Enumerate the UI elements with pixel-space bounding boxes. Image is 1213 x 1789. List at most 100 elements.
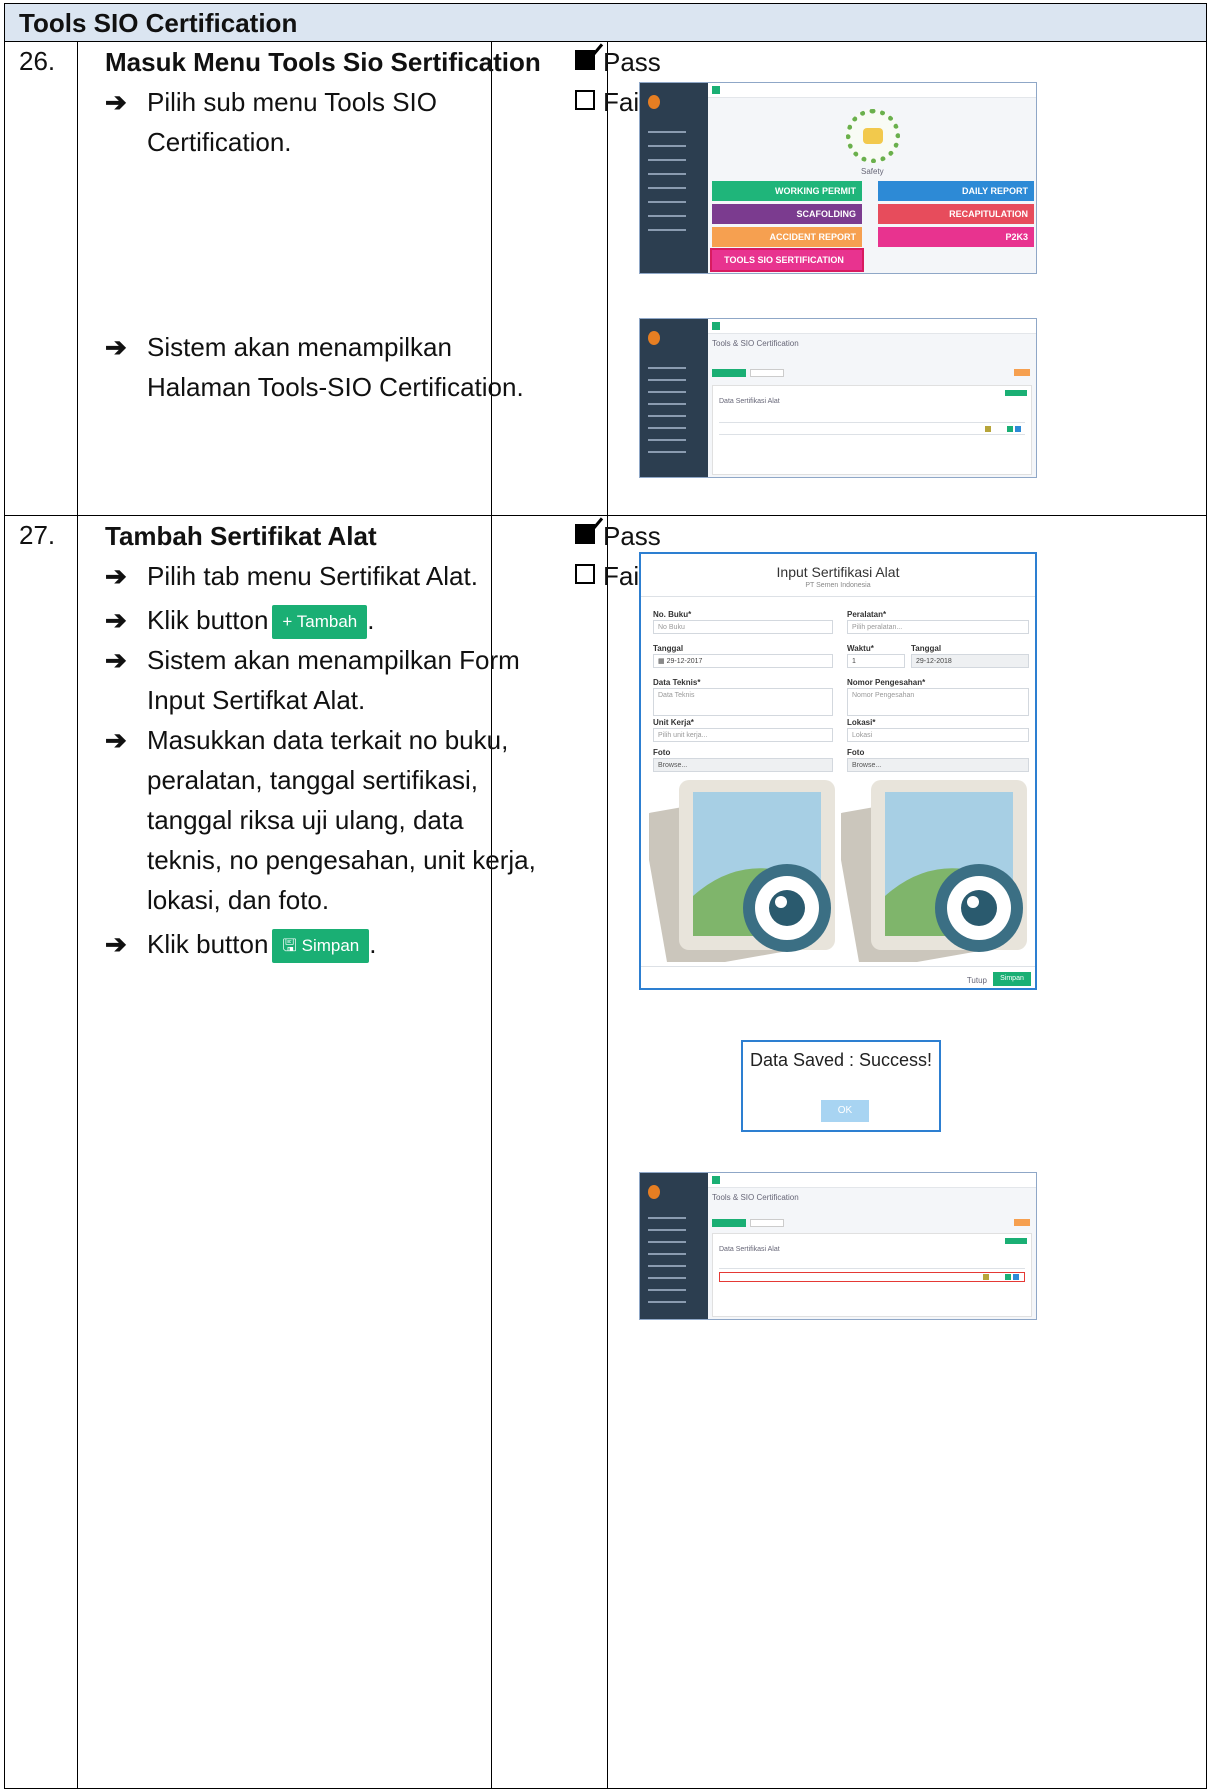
sidebar	[640, 319, 708, 477]
step-item: ➔ Sistem akan menampilkan Halaman Tools-S…	[105, 327, 545, 407]
tab-sertifikat-alat[interactable]	[712, 369, 746, 377]
tutup-button[interactable]: Tutup	[967, 976, 987, 985]
image-placeholder-icon	[841, 780, 1027, 962]
test-case-table: Tools SIO Certification 26. Masuk Menu T…	[4, 3, 1207, 1789]
data-teknis-textarea[interactable]: Data Teknis	[653, 688, 833, 716]
table-title: Data Sertifikasi Alat	[719, 398, 780, 405]
scafolding-tile[interactable]: SCAFOLDING	[712, 204, 862, 224]
orange-button[interactable]	[1014, 369, 1030, 376]
checkbox-empty-icon	[575, 564, 595, 584]
avatar	[648, 1185, 660, 1199]
tanggal-input[interactable]: ▦ 29-12-2017	[653, 654, 833, 668]
no-buku-label: No. Buku*	[653, 610, 692, 619]
simpan-button-image: 🖫 Simpan	[272, 929, 370, 964]
data-panel: Data Sertifikasi Alat	[712, 1233, 1032, 1317]
lokasi-input[interactable]: Lokasi	[847, 728, 1029, 742]
peralatan-label: Peralatan*	[847, 610, 887, 619]
arrow-right-icon: ➔	[105, 725, 127, 755]
menu-toggle-icon[interactable]	[712, 322, 720, 330]
foto-buku-label: Foto	[653, 748, 671, 757]
step-description: Masuk Menu Tools Sio Sertification ➔ Pili…	[105, 42, 545, 162]
screenshot-tools-page: Tools & SIO Certification Data Sertifika…	[639, 318, 1037, 478]
topbar	[708, 1173, 1036, 1188]
tanggal-label: Tanggal	[653, 644, 684, 653]
tab-sertifikat-sio[interactable]	[750, 1219, 784, 1227]
lokasi-label: Lokasi*	[847, 718, 876, 727]
row-number: 27.	[19, 520, 56, 550]
daily-report-tile[interactable]: DAILY REPORT	[878, 181, 1034, 201]
tambah-button[interactable]	[1005, 1238, 1027, 1244]
topbar	[708, 319, 1036, 334]
screenshot-input-form: Input Sertifikasi Alat PT Semen Indonesi…	[639, 552, 1037, 990]
nomor-pengesahan-label: Nomor Pengesahan*	[847, 678, 926, 687]
arrow-right-icon: ➔	[105, 561, 127, 591]
unit-kerja-select[interactable]: Pilih unit kerja...	[653, 728, 833, 742]
page-title: Tools & SIO Certification	[712, 339, 799, 348]
arrow-right-icon: ➔	[105, 332, 127, 362]
save-icon: 🖫	[282, 936, 297, 956]
nomor-pengesahan-textarea[interactable]: Nomor Pengesahan	[847, 688, 1029, 716]
no-buku-input[interactable]: No Buku	[653, 620, 833, 634]
screenshot-safety-menu: Safety WORKING PERMIT DAILY REPORT SCAFO…	[639, 82, 1037, 274]
menu-toggle-icon[interactable]	[712, 1176, 720, 1184]
waktu-label: Waktu*	[847, 644, 874, 653]
step-title: Tambah Sertifikat Alat	[105, 521, 377, 551]
image-placeholder-icon	[649, 780, 835, 962]
tambah-button-image: + Tambah	[272, 605, 368, 640]
checkbox-empty-icon	[575, 90, 595, 110]
browse-aktual-button[interactable]: Browse...	[847, 758, 1029, 772]
column-divider	[77, 42, 78, 1788]
topbar	[708, 83, 1036, 98]
sidebar	[640, 83, 708, 273]
step-title: Masuk Menu Tools Sio Sertification	[105, 47, 541, 77]
row-number: 26.	[19, 46, 56, 76]
working-permit-tile[interactable]: WORKING PERMIT	[712, 181, 862, 201]
step-item: ➔ Pilih sub menu Tools SIO Certification.	[105, 82, 545, 162]
peralatan-select[interactable]: Pilih peralatan...	[847, 620, 1029, 634]
arrow-right-icon: ➔	[105, 87, 127, 117]
orange-button[interactable]	[1014, 1219, 1030, 1226]
form-title: Input Sertifikasi Alat	[776, 564, 900, 580]
pass-option: Pass	[575, 42, 661, 82]
safety-logo	[846, 109, 900, 163]
safety-caption: Safety	[861, 167, 884, 176]
recapitulation-tile[interactable]: RECAPITULATION	[878, 204, 1034, 224]
section-header: Tools SIO Certification	[5, 4, 1206, 42]
screenshot-tools-page-result: Tools & SIO Certification Data Sertifika…	[639, 1172, 1037, 1320]
success-dialog: Data Saved : Success! OK	[741, 1040, 941, 1132]
pass-option: Pass	[575, 516, 661, 556]
avatar	[648, 95, 660, 109]
calendar-icon: ▦	[658, 658, 665, 665]
ok-button[interactable]: OK	[821, 1100, 869, 1122]
step-description: ➔ Sistem akan menampilkan Halaman Tools-S…	[105, 327, 545, 407]
dialog-message: Data Saved : Success!	[749, 1050, 933, 1070]
arrow-right-icon: ➔	[105, 645, 127, 675]
p2k3-tile[interactable]: P2K3	[878, 227, 1034, 247]
sidebar	[640, 1173, 708, 1319]
form-subtitle: PT Semen Indonesia	[805, 582, 871, 589]
checkbox-checked-icon	[575, 50, 595, 70]
tanggal2-label: Tanggal	[911, 644, 942, 653]
step-item: ➔ Pilih tab menu Sertifikat Alat.	[105, 556, 545, 596]
data-teknis-label: Data Teknis*	[653, 678, 701, 687]
step-item: ➔ Klik button + Tambah.	[105, 600, 545, 640]
tools-sio-tile[interactable]: TOOLS SIO SERTIFICATION	[710, 248, 864, 272]
step-item: ➔ Masukkan data terkait no buku, peralata…	[105, 720, 545, 920]
browse-buku-button[interactable]: Browse...	[653, 758, 833, 772]
column-divider	[607, 42, 608, 1788]
simpan-button[interactable]: Simpan	[993, 972, 1031, 986]
tab-sertifikat-sio[interactable]	[750, 369, 784, 377]
data-panel: Data Sertifikasi Alat	[712, 385, 1032, 475]
menu-toggle-icon[interactable]	[712, 86, 720, 94]
waktu-select[interactable]: 1	[847, 654, 905, 668]
tambah-button[interactable]	[1005, 390, 1027, 396]
tab-sertifikat-alat[interactable]	[712, 1219, 746, 1227]
foto-aktual-label: Foto	[847, 748, 865, 757]
page-title: Tools & SIO Certification	[712, 1193, 799, 1202]
avatar	[648, 331, 660, 345]
accident-report-tile[interactable]: ACCIDENT REPORT	[712, 227, 862, 247]
step-description: Tambah Sertifikat Alat ➔ Pilih tab menu S…	[105, 516, 545, 964]
step-item: ➔ Klik button 🖫 Simpan.	[105, 924, 545, 964]
tanggal-riksa-input: 29-12-2018	[911, 654, 1029, 668]
arrow-right-icon: ➔	[105, 929, 127, 959]
